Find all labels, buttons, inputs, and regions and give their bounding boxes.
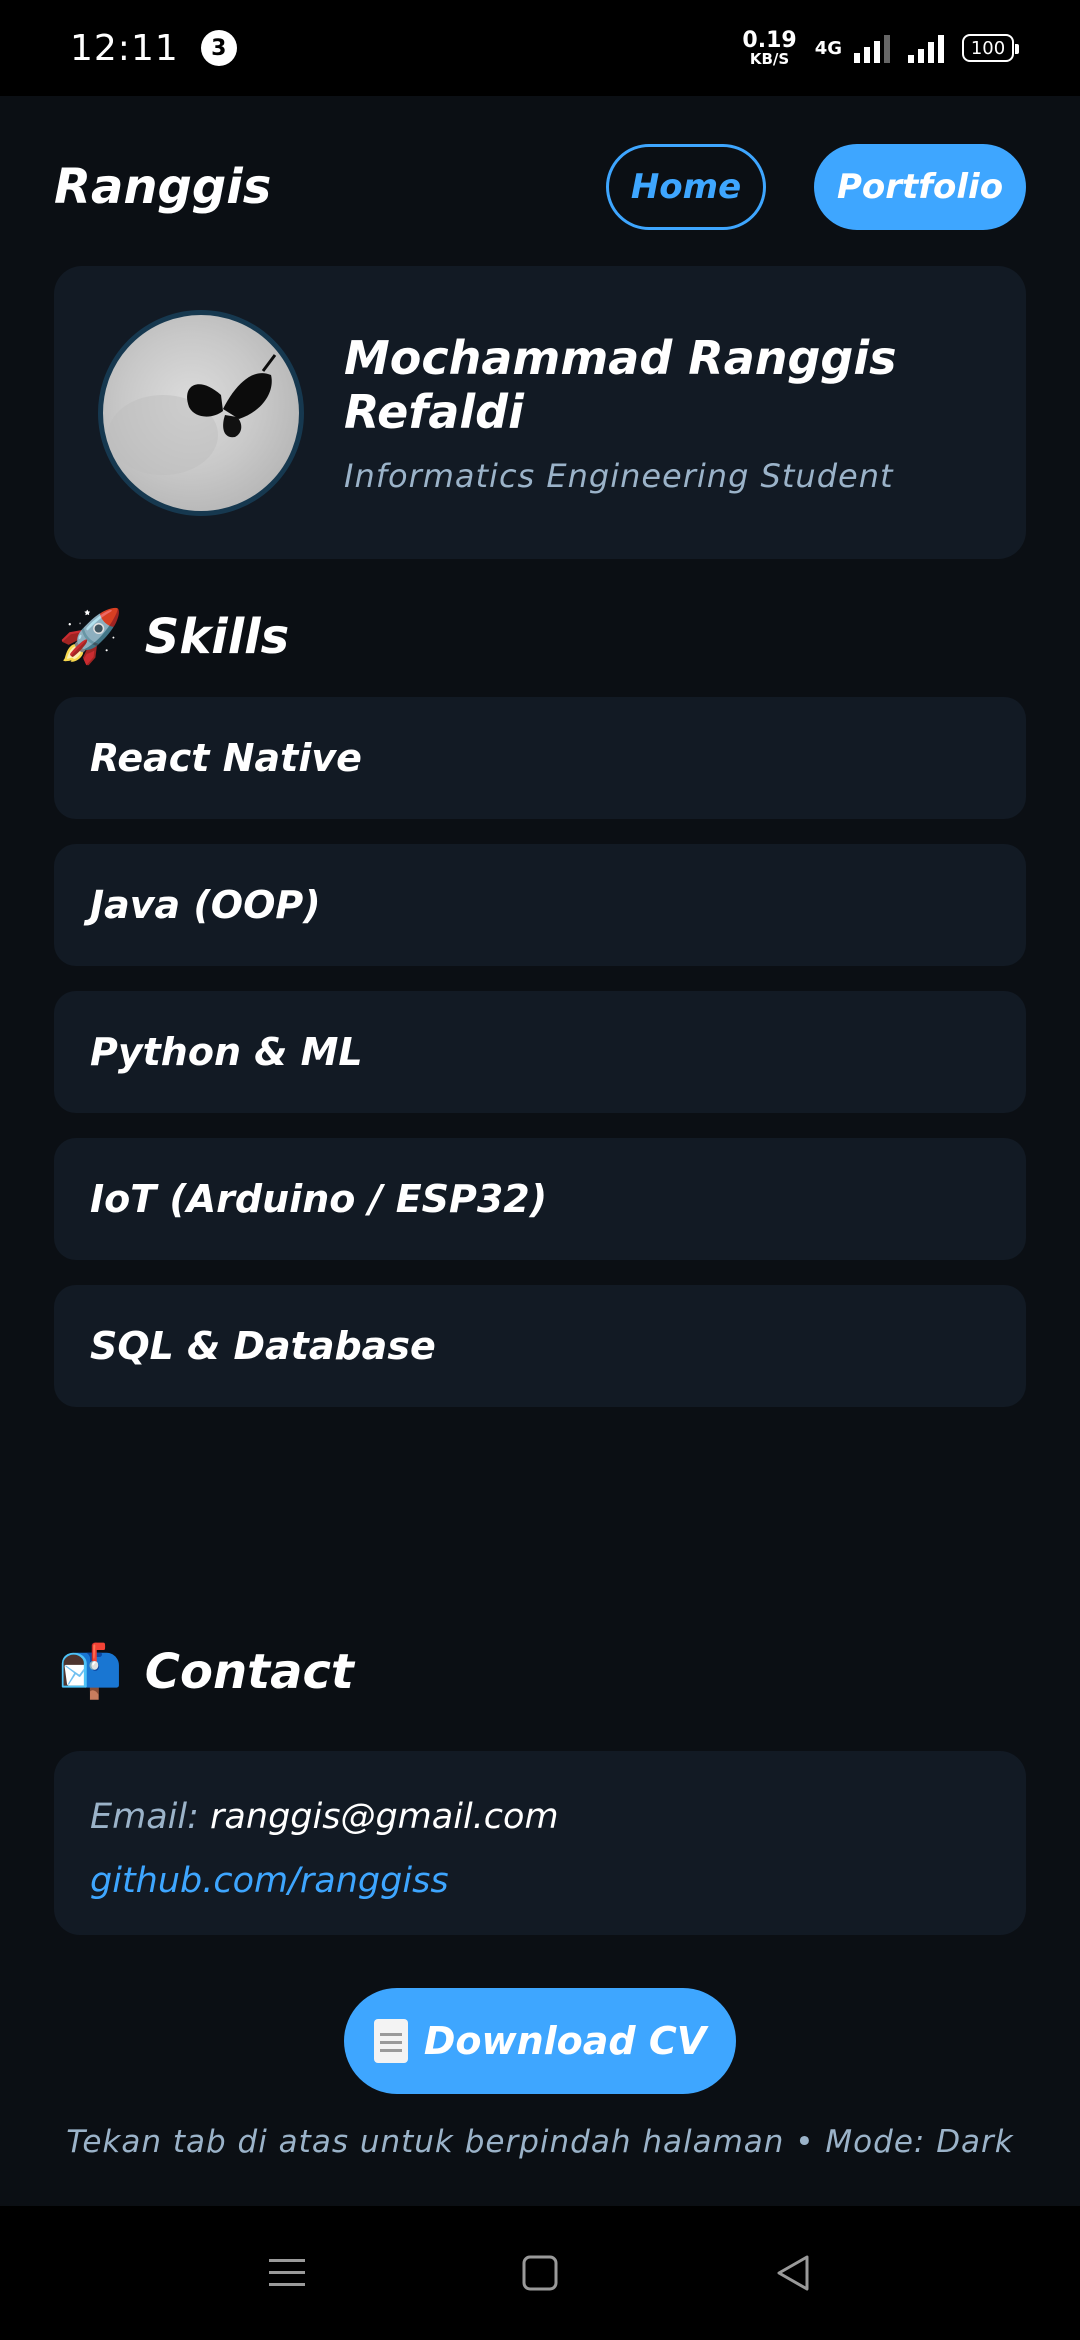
nav-tabs: Home Portfolio (606, 144, 1026, 230)
download-cv-button[interactable]: Download CV (344, 1988, 736, 2094)
contact-github-line: github.com/ranggiss (90, 1849, 990, 1913)
network-speed: 0.19 KB/S (742, 27, 797, 68)
mailbox-icon: 📬 (58, 1642, 123, 1702)
email-value[interactable]: ranggis@gmail.com (210, 1797, 559, 1837)
system-nav-bar (0, 2206, 1080, 2340)
menu-icon[interactable] (257, 2243, 317, 2303)
brand-title: Ranggis (54, 159, 272, 215)
skill-item: Python & ML (54, 991, 1026, 1113)
signal-icon (854, 33, 890, 63)
skills-title: Skills (144, 608, 290, 665)
skill-item: Java (OOP) (54, 844, 1026, 966)
profile-name: Mochammad Ranggis Refaldi (344, 330, 897, 439)
rocket-icon: 🚀 (58, 607, 123, 667)
contact-heading: 📬 Contact (58, 1641, 354, 1702)
github-link[interactable]: github.com/ranggiss (90, 1861, 449, 1901)
app-header: Ranggis Home Portfolio (54, 144, 1026, 230)
footer-note: Tekan tab di atas untuk berpindah halama… (66, 2124, 1014, 2160)
status-time: 12:11 (70, 27, 179, 69)
contact-title: Contact (144, 1643, 354, 1700)
status-bar-left: 12:11 3 (70, 28, 237, 69)
tab-portfolio[interactable]: Portfolio (814, 144, 1026, 230)
skill-item: SQL & Database (54, 1285, 1026, 1407)
tab-home[interactable]: Home (606, 144, 766, 230)
contact-email-line: Email: ranggis@gmail.com (90, 1785, 990, 1849)
signal-strength-icon (908, 33, 944, 63)
network-speed-unit: KB/S (749, 49, 790, 68)
home-square-icon[interactable] (510, 2243, 570, 2303)
battery-level: 100 (970, 37, 1006, 59)
download-cv-label: Download CV (423, 2019, 707, 2063)
contact-card: Email: ranggis@gmail.com github.com/rang… (54, 1751, 1026, 1935)
network-speed-value: 0.19 (742, 27, 797, 53)
network-type: 4G (814, 37, 842, 59)
profile-role: Informatics Engineering Student (344, 456, 894, 495)
email-label: Email: (90, 1797, 199, 1837)
status-bar: 12:11 3 0.19 KB/S 4G 100 (0, 0, 1080, 96)
document-icon (373, 2019, 408, 2063)
battery-icon: 100 (962, 34, 1019, 62)
notification-count-badge: 3 (200, 30, 237, 66)
skills-heading: 🚀 Skills (58, 606, 289, 667)
skill-item: React Native (54, 697, 1026, 819)
skills-list: React Native Java (OOP) Python & ML IoT … (54, 697, 1026, 1432)
skill-item: IoT (Arduino / ESP32) (54, 1138, 1026, 1260)
avatar (98, 309, 304, 516)
profile-card: Mochammad Ranggis Refaldi Informatics En… (54, 266, 1026, 559)
profile-text: Mochammad Ranggis Refaldi Informatics En… (344, 331, 1026, 495)
status-bar-right: 0.19 KB/S 4G 100 (742, 27, 1019, 68)
butterfly-icon (108, 353, 277, 475)
app-screen: 12:11 3 0.19 KB/S 4G 100 Ranggis Home Po… (0, 0, 1080, 2340)
back-triangle-icon[interactable] (763, 2243, 823, 2303)
